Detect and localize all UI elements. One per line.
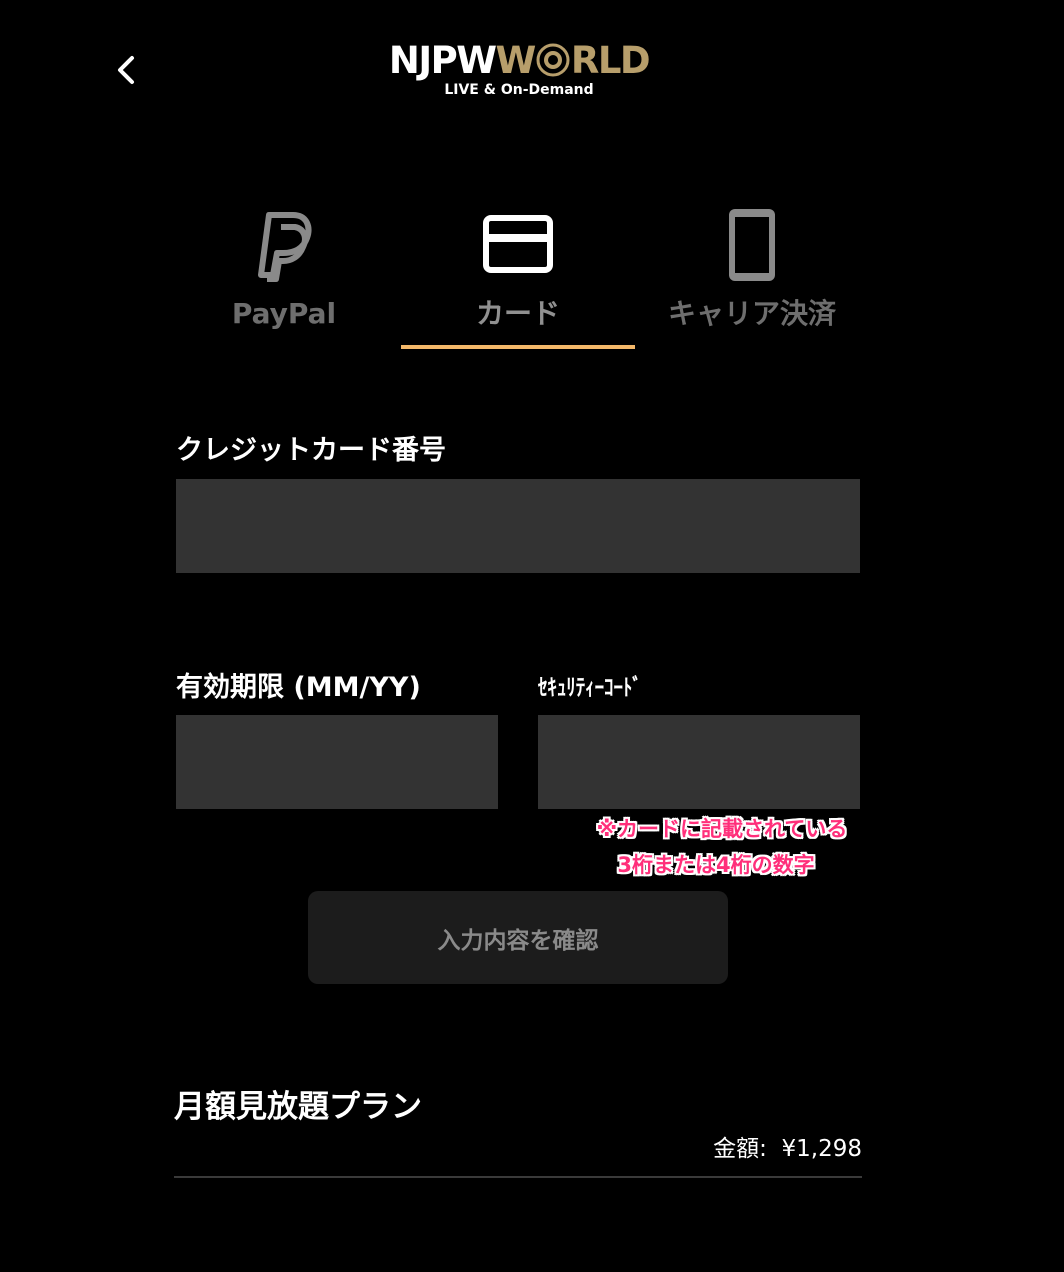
security-code-note-line1: ※カードに記載されている <box>596 817 848 841</box>
card-number-input[interactable] <box>176 479 860 573</box>
expiry-input[interactable] <box>176 715 498 809</box>
back-button[interactable] <box>110 50 142 90</box>
tab-card[interactable]: カード <box>401 200 635 350</box>
security-code-label: ｾｷｭﾘﾃｨｰｺｰﾄﾞ <box>538 675 642 701</box>
tab-paypal[interactable]: PayPal <box>167 200 401 350</box>
tab-carrier[interactable]: キャリア決済 <box>635 200 869 350</box>
active-tab-indicator <box>401 345 635 349</box>
plan-price: 金額: ¥1,298 <box>713 1132 862 1166</box>
divider <box>174 1176 862 1178</box>
lion-emblem-icon <box>536 43 570 77</box>
smartphone-icon <box>729 209 775 281</box>
security-code-input[interactable] <box>538 715 860 809</box>
plan-title: 月額見放題プラン <box>174 1089 422 1125</box>
logo-part-w: W <box>495 39 537 82</box>
confirm-input-button[interactable]: 入力内容を確認 <box>308 891 728 984</box>
price-label: 金額: <box>713 1136 767 1162</box>
paypal-icon <box>258 212 312 282</box>
logo-wordmark: NJPWW RLD <box>384 40 654 82</box>
tab-carrier-label: キャリア決済 <box>667 297 836 330</box>
security-code-note-line2: 3桁または4桁の数字 <box>617 853 815 877</box>
card-number-label: クレジットカード番号 <box>176 435 446 466</box>
credit-card-icon <box>483 215 553 273</box>
expiry-label: 有効期限 (MM/YY) <box>176 672 421 703</box>
price-value: ¥1,298 <box>781 1136 862 1162</box>
tab-card-label: カード <box>475 297 560 330</box>
tab-paypal-label: PayPal <box>231 297 337 330</box>
chevron-left-icon <box>118 56 134 84</box>
logo-part-rld: RLD <box>570 39 651 82</box>
logo-subtitle: LIVE & On-Demand <box>444 82 594 98</box>
logo-part-njpw: NJPW <box>388 39 497 82</box>
njpw-world-logo: NJPWW RLD LIVE & On-Demand <box>384 40 654 102</box>
